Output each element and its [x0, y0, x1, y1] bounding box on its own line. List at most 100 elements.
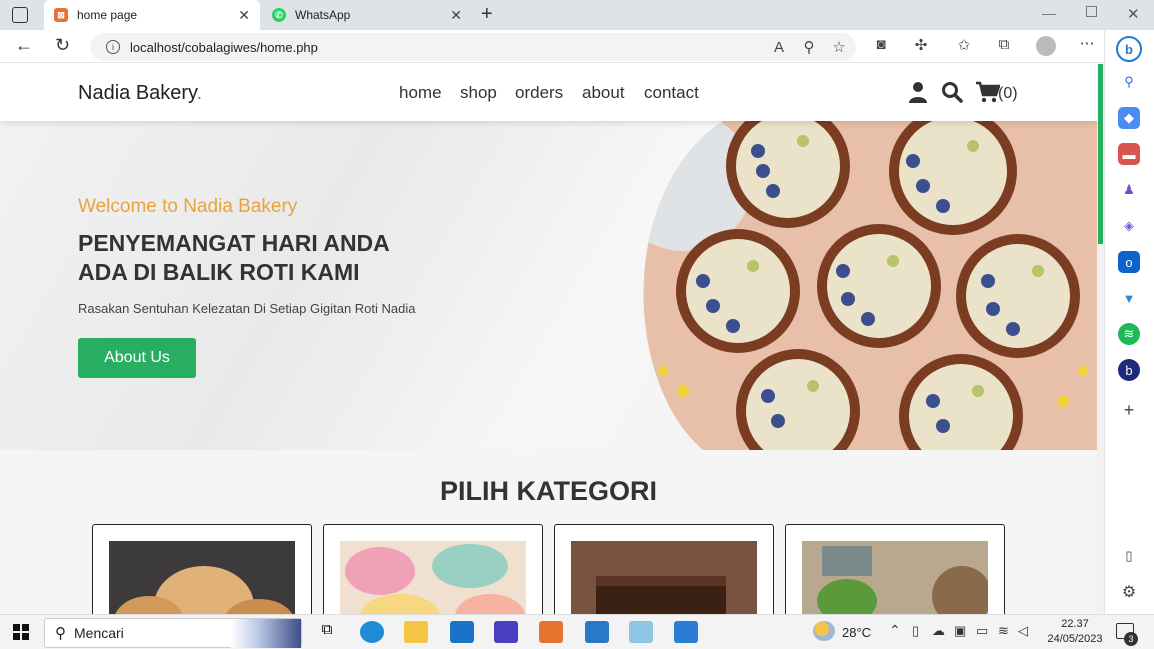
extensions-icon[interactable]: ✣	[910, 36, 932, 54]
window-close-icon[interactable]: ✕	[1127, 5, 1140, 23]
games-icon[interactable]: ♟	[1118, 179, 1140, 201]
battery-icon[interactable]: ▭	[976, 623, 988, 639]
nav-about[interactable]: about	[582, 83, 625, 103]
zoom-icon[interactable]: ⚲	[798, 38, 820, 56]
taskbar-search[interactable]: ⚲ Mencari	[44, 618, 302, 648]
search-placeholder: Mencari	[74, 625, 124, 641]
screenshot-icon[interactable]: ◙	[870, 36, 892, 53]
close-icon[interactable]: ✕	[238, 7, 250, 24]
read-aloud-icon[interactable]: A	[768, 39, 790, 56]
photos-icon[interactable]	[585, 621, 609, 643]
site-header: Nadia Bakery. home shop orders about con…	[0, 64, 1097, 121]
browser-tab-bar: ⊠ home page ✕ ✆ WhatsApp ✕ + — ✕	[0, 0, 1154, 30]
search-icon: ⚲	[55, 625, 66, 642]
site-logo[interactable]: Nadia Bakery.	[78, 82, 202, 105]
b-app-icon[interactable]: b	[1118, 359, 1140, 381]
category-title: PILIH KATEGORI	[439, 476, 657, 506]
task-view-icon[interactable]: ⧉	[315, 621, 339, 643]
cart-count[interactable]: (0)	[998, 85, 1018, 103]
file-explorer-icon[interactable]	[404, 621, 428, 643]
windows-start-icon[interactable]	[13, 624, 29, 640]
headline-line-1: PENYEMANGAT HARI ANDA	[78, 230, 390, 256]
url-text[interactable]: localhost/cobalagiwes/home.php	[130, 40, 318, 55]
tools-icon[interactable]: ▬	[1118, 143, 1140, 165]
minimize-icon[interactable]: —	[1042, 5, 1056, 21]
category-card-cake[interactable]	[323, 524, 543, 614]
add-icon[interactable]: +	[1118, 399, 1140, 421]
xampp-icon: ⊠	[54, 8, 68, 22]
cart-icon[interactable]	[975, 81, 1000, 103]
tab-title: WhatsApp	[295, 8, 351, 22]
wifi-icon[interactable]: ≋	[998, 623, 1009, 639]
onedrive-icon[interactable]: ☁	[932, 623, 945, 639]
tab-home-page[interactable]: ⊠ home page ✕	[44, 0, 260, 30]
settings-icon[interactable]: ⚙	[1118, 581, 1140, 603]
collections-icon[interactable]: ⧉	[993, 36, 1015, 53]
web-page: Nadia Bakery. home shop orders about con…	[0, 64, 1097, 614]
tray-device-icon[interactable]: ▯	[912, 623, 919, 639]
hero-headline: PENYEMANGAT HARI ANDA ADA DI BALIK ROTI …	[78, 229, 438, 287]
tarts-image	[643, 121, 1097, 450]
welcome-text: Welcome to Nadia Bakery	[78, 196, 298, 217]
mail-icon[interactable]	[450, 621, 474, 643]
brownie-image	[571, 541, 757, 614]
back-icon[interactable]: ←	[15, 35, 33, 56]
category-card-brownie[interactable]	[554, 524, 774, 614]
restore-icon[interactable]	[1086, 6, 1097, 17]
drop-icon[interactable]: ▼	[1118, 287, 1140, 309]
sidebar-toggle-icon[interactable]: ▯	[1118, 545, 1140, 567]
weather-icon[interactable]	[813, 621, 835, 641]
category-card-bread[interactable]	[92, 524, 312, 614]
user-icon[interactable]	[907, 81, 929, 103]
clock-date: 24/05/2023	[1047, 633, 1103, 645]
notification-count: 3	[1124, 632, 1138, 646]
search-icon[interactable]: ⚲	[1118, 71, 1140, 93]
logo-dot: .	[196, 82, 203, 104]
search-icon[interactable]	[941, 81, 963, 103]
address-toolbar: ← ↻ i localhost/cobalagiwes/home.php A ⚲…	[0, 30, 1154, 63]
spotify-icon[interactable]: ≋	[1118, 323, 1140, 345]
office-icon[interactable]: ◈	[1118, 215, 1140, 237]
whatsapp-icon: ✆	[272, 8, 286, 22]
weather-temp[interactable]: 28°C	[842, 625, 871, 640]
refresh-icon[interactable]: ↻	[55, 35, 70, 56]
clock-time: 22.37	[1061, 618, 1089, 630]
system-clock[interactable]: 22.37 24/05/2023	[1040, 617, 1110, 647]
profile-avatar[interactable]	[1036, 36, 1056, 56]
hero-tagline: Rasakan Sentuhan Kelezatan Di Setiap Gig…	[78, 301, 416, 316]
edge-sidebar: b ⚲ ◆ ▬ ♟ ◈ o ▼ ≋ b + ▯ ⚙	[1104, 30, 1154, 614]
meet-icon[interactable]: ▣	[954, 623, 966, 639]
nav-home[interactable]: home	[399, 83, 442, 103]
more-icon[interactable]: ⋯	[1076, 34, 1098, 52]
notepad-icon[interactable]	[629, 621, 653, 643]
tab-whatsapp[interactable]: ✆ WhatsApp ✕	[262, 0, 472, 30]
address-bar[interactable]: i localhost/cobalagiwes/home.php A ⚲ ☆	[90, 33, 856, 61]
xampp-icon[interactable]	[539, 621, 563, 643]
cake-image	[340, 541, 526, 614]
hero-section: Welcome to Nadia Bakery PENYEMANGAT HARI…	[0, 121, 1097, 450]
outlook-icon[interactable]: o	[1118, 251, 1140, 273]
tab-title: home page	[77, 8, 138, 22]
new-tab-icon[interactable]: +	[481, 3, 493, 26]
search-highlight-image	[231, 618, 301, 648]
nav-contact[interactable]: contact	[644, 83, 699, 103]
category-card-traditional[interactable]	[785, 524, 1005, 614]
traditional-cake-image	[802, 541, 988, 614]
headline-line-2: ADA DI BALIK ROTI KAMI	[78, 259, 360, 285]
tray-chevron-icon[interactable]: ⌃	[889, 622, 901, 639]
info-icon[interactable]: i	[106, 40, 120, 54]
volume-icon[interactable]: ◁	[1018, 623, 1028, 639]
app-icon[interactable]	[494, 621, 518, 643]
close-icon[interactable]: ✕	[450, 7, 462, 24]
favorites-icon[interactable]: ✩	[953, 36, 975, 54]
nav-orders[interactable]: orders	[515, 83, 563, 103]
edge-icon[interactable]	[360, 621, 384, 643]
favorite-icon[interactable]: ☆	[828, 38, 850, 56]
bing-icon[interactable]: b	[1116, 36, 1142, 62]
shopping-icon[interactable]: ◆	[1118, 107, 1140, 129]
vscode-icon[interactable]	[674, 621, 698, 643]
scrollbar-thumb[interactable]	[1098, 64, 1103, 244]
tab-actions-icon[interactable]	[12, 7, 28, 23]
nav-shop[interactable]: shop	[460, 83, 497, 103]
about-us-button[interactable]: About Us	[78, 338, 196, 378]
